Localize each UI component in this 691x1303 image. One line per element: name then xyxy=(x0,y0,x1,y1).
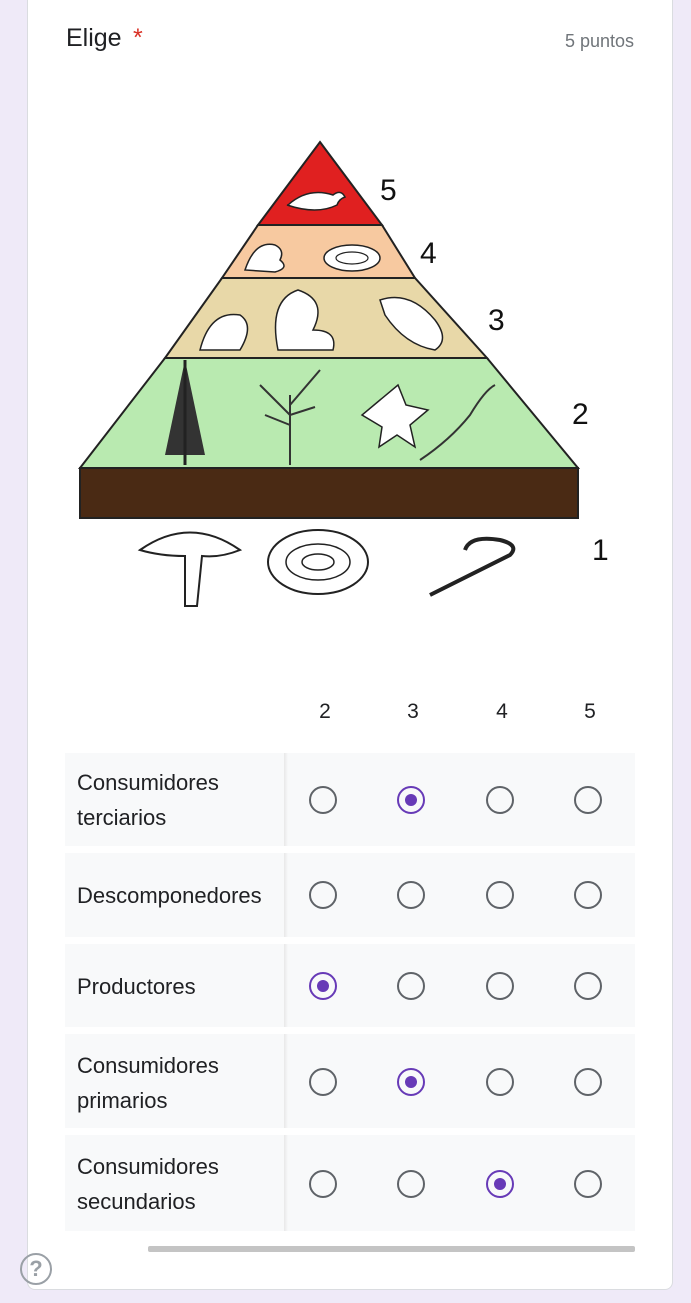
radio-consumidores-secundarios-2[interactable] xyxy=(309,1170,337,1198)
row-divider xyxy=(284,853,288,937)
row-label: Consumidores primarios xyxy=(77,1053,219,1113)
radio-consumidores-secundarios-3[interactable] xyxy=(397,1170,425,1198)
level-label-2: 2 xyxy=(572,398,589,431)
radio-descomponedores-2[interactable] xyxy=(309,881,337,909)
radio-consumidores-primarios-2[interactable] xyxy=(309,1068,337,1096)
grid-row: Consumidores primarios xyxy=(65,1034,635,1128)
radio-descomponedores-5[interactable] xyxy=(574,881,602,909)
level-label-1: 1 xyxy=(592,534,609,567)
radio-consumidores-terciarios-5[interactable] xyxy=(574,786,602,814)
radio-descomponedores-3[interactable] xyxy=(397,881,425,909)
radio-consumidores-secundarios-4[interactable] xyxy=(486,1170,514,1198)
radio-consumidores-terciarios-4[interactable] xyxy=(486,786,514,814)
radio-consumidores-terciarios-2[interactable] xyxy=(309,786,337,814)
radio-consumidores-primarios-4[interactable] xyxy=(486,1068,514,1096)
column-header-4: 4 xyxy=(496,700,508,723)
grid-row: Consumidores secundarios xyxy=(65,1135,635,1231)
row-label: Consumidores terciarios xyxy=(77,770,219,830)
radio-descomponedores-4[interactable] xyxy=(486,881,514,909)
required-asterisk: * xyxy=(133,24,143,52)
radio-consumidores-secundarios-5[interactable] xyxy=(574,1170,602,1198)
radio-consumidores-terciarios-3[interactable] xyxy=(397,786,425,814)
horizontal-scrollbar[interactable] xyxy=(148,1246,635,1252)
grid-row: Productores xyxy=(65,944,635,1027)
row-label: Consumidores secundarios xyxy=(77,1154,219,1214)
radio-consumidores-primarios-3[interactable] xyxy=(397,1068,425,1096)
grid-row: Descomponedores xyxy=(65,853,635,937)
row-divider xyxy=(284,1034,288,1128)
radio-productores-5[interactable] xyxy=(574,972,602,1000)
level-label-4: 4 xyxy=(420,237,437,270)
points-label: 5 puntos xyxy=(564,31,634,51)
row-divider xyxy=(284,1135,288,1231)
trophic-pyramid-image: 5 4 3 2 1 xyxy=(77,140,609,607)
radio-productores-3[interactable] xyxy=(397,972,425,1000)
help-icon[interactable]: ? xyxy=(20,1253,52,1285)
question-title: Elige xyxy=(66,24,122,52)
row-divider xyxy=(284,753,288,846)
radio-productores-4[interactable] xyxy=(486,972,514,1000)
level-label-5: 5 xyxy=(380,174,397,207)
column-header-2: 2 xyxy=(319,700,331,723)
column-header-3: 3 xyxy=(407,700,419,723)
level-label-3: 3 xyxy=(488,304,505,337)
grid-row: Consumidores terciarios xyxy=(65,753,635,846)
row-label: Descomponedores xyxy=(77,883,262,908)
row-label: Productores xyxy=(77,974,196,999)
radio-consumidores-primarios-5[interactable] xyxy=(574,1068,602,1096)
radio-productores-2[interactable] xyxy=(309,972,337,1000)
row-divider xyxy=(284,944,288,1027)
column-header-5: 5 xyxy=(584,700,596,723)
